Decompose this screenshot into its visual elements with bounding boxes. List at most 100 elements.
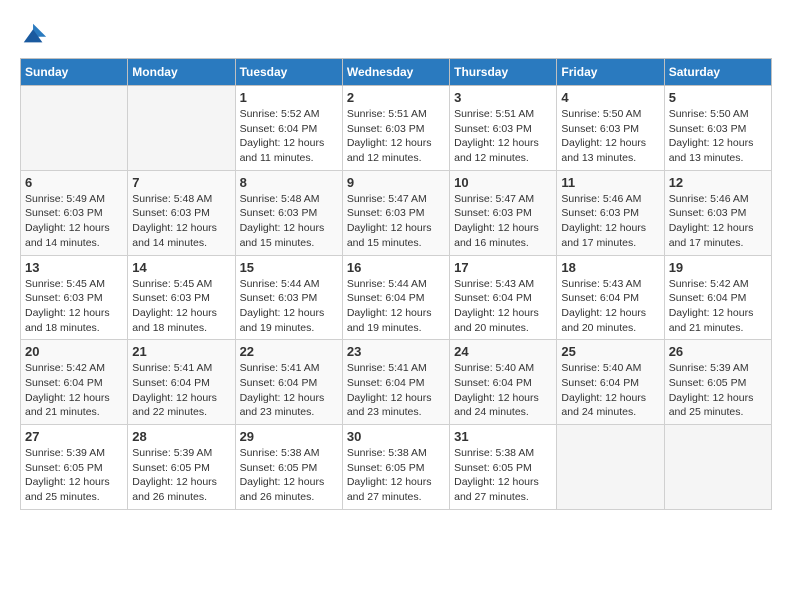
day-number: 21 <box>132 344 230 359</box>
day-detail: Sunrise: 5:38 AM Sunset: 6:05 PM Dayligh… <box>347 446 445 505</box>
day-detail: Sunrise: 5:44 AM Sunset: 6:03 PM Dayligh… <box>240 277 338 336</box>
day-detail: Sunrise: 5:39 AM Sunset: 6:05 PM Dayligh… <box>132 446 230 505</box>
day-number: 20 <box>25 344 123 359</box>
calendar-cell: 1 Sunrise: 5:52 AM Sunset: 6:04 PM Daylig… <box>235 86 342 171</box>
day-number: 12 <box>669 175 767 190</box>
calendar-cell: 9 Sunrise: 5:47 AM Sunset: 6:03 PM Daylig… <box>342 170 449 255</box>
calendar-cell: 30 Sunrise: 5:38 AM Sunset: 6:05 PM Dayli… <box>342 425 449 510</box>
day-detail: Sunrise: 5:45 AM Sunset: 6:03 PM Dayligh… <box>25 277 123 336</box>
day-detail: Sunrise: 5:50 AM Sunset: 6:03 PM Dayligh… <box>669 107 767 166</box>
column-header-friday: Friday <box>557 59 664 86</box>
day-number: 22 <box>240 344 338 359</box>
day-number: 3 <box>454 90 552 105</box>
calendar-cell: 3 Sunrise: 5:51 AM Sunset: 6:03 PM Daylig… <box>450 86 557 171</box>
calendar-cell: 23 Sunrise: 5:41 AM Sunset: 6:04 PM Dayli… <box>342 340 449 425</box>
day-detail: Sunrise: 5:48 AM Sunset: 6:03 PM Dayligh… <box>132 192 230 251</box>
day-number: 26 <box>669 344 767 359</box>
day-detail: Sunrise: 5:39 AM Sunset: 6:05 PM Dayligh… <box>25 446 123 505</box>
day-detail: Sunrise: 5:47 AM Sunset: 6:03 PM Dayligh… <box>347 192 445 251</box>
day-detail: Sunrise: 5:46 AM Sunset: 6:03 PM Dayligh… <box>561 192 659 251</box>
calendar-cell: 21 Sunrise: 5:41 AM Sunset: 6:04 PM Dayli… <box>128 340 235 425</box>
day-number: 2 <box>347 90 445 105</box>
day-detail: Sunrise: 5:47 AM Sunset: 6:03 PM Dayligh… <box>454 192 552 251</box>
calendar-cell: 14 Sunrise: 5:45 AM Sunset: 6:03 PM Dayli… <box>128 255 235 340</box>
day-number: 19 <box>669 260 767 275</box>
calendar-cell: 13 Sunrise: 5:45 AM Sunset: 6:03 PM Dayli… <box>21 255 128 340</box>
calendar-cell <box>128 86 235 171</box>
calendar-cell: 26 Sunrise: 5:39 AM Sunset: 6:05 PM Dayli… <box>664 340 771 425</box>
day-detail: Sunrise: 5:38 AM Sunset: 6:05 PM Dayligh… <box>454 446 552 505</box>
day-detail: Sunrise: 5:38 AM Sunset: 6:05 PM Dayligh… <box>240 446 338 505</box>
day-number: 9 <box>347 175 445 190</box>
day-number: 6 <box>25 175 123 190</box>
day-number: 14 <box>132 260 230 275</box>
day-detail: Sunrise: 5:40 AM Sunset: 6:04 PM Dayligh… <box>561 361 659 420</box>
calendar-cell: 17 Sunrise: 5:43 AM Sunset: 6:04 PM Dayli… <box>450 255 557 340</box>
calendar-cell: 20Sunrise: 5:42 AM Sunset: 6:04 PM Dayli… <box>21 340 128 425</box>
day-detail: Sunrise: 5:41 AM Sunset: 6:04 PM Dayligh… <box>347 361 445 420</box>
day-detail: Sunrise: 5:41 AM Sunset: 6:04 PM Dayligh… <box>132 361 230 420</box>
logo <box>20 20 52 48</box>
calendar-cell: 24Sunrise: 5:40 AM Sunset: 6:04 PM Dayli… <box>450 340 557 425</box>
calendar-cell: 12 Sunrise: 5:46 AM Sunset: 6:03 PM Dayli… <box>664 170 771 255</box>
day-number: 11 <box>561 175 659 190</box>
calendar-week-5: 27 Sunrise: 5:39 AM Sunset: 6:05 PM Dayli… <box>21 425 772 510</box>
calendar-cell: 11 Sunrise: 5:46 AM Sunset: 6:03 PM Dayli… <box>557 170 664 255</box>
day-number: 31 <box>454 429 552 444</box>
calendar-cell: 25 Sunrise: 5:40 AM Sunset: 6:04 PM Dayli… <box>557 340 664 425</box>
day-number: 4 <box>561 90 659 105</box>
day-detail: Sunrise: 5:39 AM Sunset: 6:05 PM Dayligh… <box>669 361 767 420</box>
day-number: 23 <box>347 344 445 359</box>
calendar-cell: 15Sunrise: 5:44 AM Sunset: 6:03 PM Dayli… <box>235 255 342 340</box>
day-detail: Sunrise: 5:43 AM Sunset: 6:04 PM Dayligh… <box>454 277 552 336</box>
calendar-cell: 31 Sunrise: 5:38 AM Sunset: 6:05 PM Dayli… <box>450 425 557 510</box>
calendar-cell: 6 Sunrise: 5:49 AM Sunset: 6:03 PM Daylig… <box>21 170 128 255</box>
column-header-wednesday: Wednesday <box>342 59 449 86</box>
day-number: 18 <box>561 260 659 275</box>
day-detail: Sunrise: 5:41 AM Sunset: 6:04 PM Dayligh… <box>240 361 338 420</box>
day-detail: Sunrise: 5:46 AM Sunset: 6:03 PM Dayligh… <box>669 192 767 251</box>
day-number: 8 <box>240 175 338 190</box>
column-header-tuesday: Tuesday <box>235 59 342 86</box>
calendar-cell: 4 Sunrise: 5:50 AM Sunset: 6:03 PM Daylig… <box>557 86 664 171</box>
day-detail: Sunrise: 5:44 AM Sunset: 6:04 PM Dayligh… <box>347 277 445 336</box>
day-detail: Sunrise: 5:51 AM Sunset: 6:03 PM Dayligh… <box>347 107 445 166</box>
calendar-week-1: 1 Sunrise: 5:52 AM Sunset: 6:04 PM Daylig… <box>21 86 772 171</box>
day-number: 24 <box>454 344 552 359</box>
day-number: 17 <box>454 260 552 275</box>
calendar-cell <box>664 425 771 510</box>
day-detail: Sunrise: 5:45 AM Sunset: 6:03 PM Dayligh… <box>132 277 230 336</box>
calendar-cell: 7 Sunrise: 5:48 AM Sunset: 6:03 PM Daylig… <box>128 170 235 255</box>
day-number: 5 <box>669 90 767 105</box>
logo-icon <box>20 20 48 48</box>
calendar-cell: 5 Sunrise: 5:50 AM Sunset: 6:03 PM Daylig… <box>664 86 771 171</box>
day-detail: Sunrise: 5:50 AM Sunset: 6:03 PM Dayligh… <box>561 107 659 166</box>
day-detail: Sunrise: 5:52 AM Sunset: 6:04 PM Dayligh… <box>240 107 338 166</box>
calendar-cell: 10 Sunrise: 5:47 AM Sunset: 6:03 PM Dayli… <box>450 170 557 255</box>
day-number: 10 <box>454 175 552 190</box>
calendar-cell: 29 Sunrise: 5:38 AM Sunset: 6:05 PM Dayli… <box>235 425 342 510</box>
calendar-cell: 18 Sunrise: 5:43 AM Sunset: 6:04 PM Dayli… <box>557 255 664 340</box>
day-detail: Sunrise: 5:51 AM Sunset: 6:03 PM Dayligh… <box>454 107 552 166</box>
calendar-cell: 22 Sunrise: 5:41 AM Sunset: 6:04 PM Dayli… <box>235 340 342 425</box>
calendar-week-3: 13 Sunrise: 5:45 AM Sunset: 6:03 PM Dayli… <box>21 255 772 340</box>
day-number: 7 <box>132 175 230 190</box>
day-number: 29 <box>240 429 338 444</box>
day-number: 13 <box>25 260 123 275</box>
page-header <box>20 20 772 48</box>
column-header-sunday: Sunday <box>21 59 128 86</box>
calendar-cell: 2 Sunrise: 5:51 AM Sunset: 6:03 PM Daylig… <box>342 86 449 171</box>
day-detail: Sunrise: 5:43 AM Sunset: 6:04 PM Dayligh… <box>561 277 659 336</box>
day-number: 25 <box>561 344 659 359</box>
day-number: 28 <box>132 429 230 444</box>
calendar-table: SundayMondayTuesdayWednesdayThursdayFrid… <box>20 58 772 510</box>
day-number: 16 <box>347 260 445 275</box>
calendar-cell: 27 Sunrise: 5:39 AM Sunset: 6:05 PM Dayli… <box>21 425 128 510</box>
day-number: 27 <box>25 429 123 444</box>
calendar-cell: 19Sunrise: 5:42 AM Sunset: 6:04 PM Dayli… <box>664 255 771 340</box>
day-number: 1 <box>240 90 338 105</box>
day-detail: Sunrise: 5:48 AM Sunset: 6:03 PM Dayligh… <box>240 192 338 251</box>
day-detail: Sunrise: 5:49 AM Sunset: 6:03 PM Dayligh… <box>25 192 123 251</box>
calendar-week-2: 6 Sunrise: 5:49 AM Sunset: 6:03 PM Daylig… <box>21 170 772 255</box>
day-number: 30 <box>347 429 445 444</box>
